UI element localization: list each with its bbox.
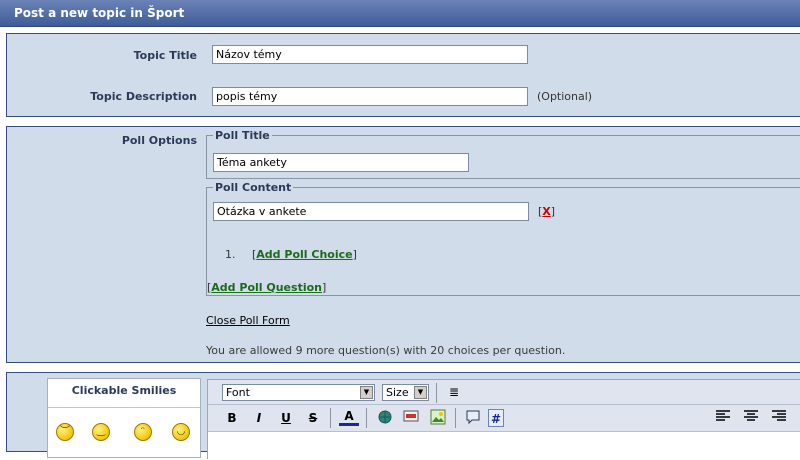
poll-options-label: Poll Options [121,134,197,147]
poll-section: Poll Options Poll Title Poll Content [X]… [6,126,800,363]
topic-info-section: Topic Title Topic Description (Optional) [6,33,800,117]
rich-text-editor: Font ▼ Size ▼ ≣ B I U S A # [207,379,800,460]
smiley-worried-icon[interactable]: ᵔ [134,423,152,441]
choice-number: 1. [225,248,236,261]
align-left-icon[interactable] [713,409,733,427]
size-dropdown-arrow-icon: ▼ [414,386,427,399]
toolbar-separator [366,408,367,428]
underline-button[interactable]: U [276,409,296,427]
size-select-value: Size [386,386,409,399]
optional-note: (Optional) [537,90,593,103]
remove-question-button[interactable]: X [542,205,550,218]
font-color-button[interactable]: A [339,409,359,426]
align-right-icon[interactable] [769,409,789,427]
smiley-smile-icon[interactable]: ◡ [172,423,190,441]
editor-toolbar-format: B I U S A # [208,405,800,432]
page-title: Post a new topic in Šport [14,6,185,20]
close-poll-form-link[interactable]: Close Poll Form [206,314,290,327]
remove-question-control: [X] [538,205,556,218]
font-select[interactable]: Font ▼ [222,384,375,401]
topic-description-input[interactable] [212,87,528,106]
smiley-happy-icon[interactable]: ‿ [92,423,110,441]
smilies-title: Clickable Smilies [48,379,200,408]
topic-description-label: Topic Description [90,90,197,103]
smiley-sad-icon[interactable]: ︶ [56,423,74,441]
poll-title-input[interactable] [213,153,469,172]
quote-icon[interactable] [463,409,483,427]
strikethrough-button[interactable]: S [303,409,323,427]
page-header: Post a new topic in Šport [0,0,800,27]
code-button[interactable]: # [488,409,504,427]
smilies-panel: Clickable Smilies ︶ ‿ ᵔ ◡ [47,378,201,458]
font-dropdown-arrow-icon: ▼ [360,386,373,399]
add-poll-question-link[interactable]: Add Poll Question [211,281,322,294]
topic-title-input[interactable] [212,45,528,64]
add-choice-control: [Add Poll Choice] [252,248,357,261]
italic-button[interactable]: I [249,409,269,427]
remove-format-icon[interactable]: ≣ [444,383,464,401]
font-select-value: Font [226,386,250,399]
topic-title-label: Topic Title [133,49,197,62]
insert-link-icon[interactable] [375,409,395,427]
bold-button[interactable]: B [222,409,242,427]
editor-toolbar-top: Font ▼ Size ▼ ≣ [208,380,800,405]
post-text-area[interactable] [208,432,800,460]
toolbar-separator [330,408,331,428]
insert-image-icon[interactable] [428,409,448,427]
close-poll-wrapper: Close Poll Form [206,314,290,327]
insert-email-icon[interactable] [401,409,421,427]
size-select[interactable]: Size ▼ [382,384,429,401]
toolbar-separator [455,408,456,428]
poll-question-input[interactable] [213,202,529,221]
add-poll-choice-link[interactable]: Add Poll Choice [256,248,352,261]
toolbar-separator [436,383,437,403]
poll-title-legend: Poll Title [215,129,270,142]
post-editor-section: Clickable Smilies ︶ ‿ ᵔ ◡ Font ▼ Size ▼ … [6,372,800,460]
align-center-icon[interactable] [741,409,761,427]
add-question-control: [Add Poll Question] [207,281,327,294]
poll-content-legend: Poll Content [215,181,292,194]
poll-content-fieldset: Poll Content [206,181,800,296]
poll-allowance-text: You are allowed 9 more question(s) with … [206,344,566,357]
